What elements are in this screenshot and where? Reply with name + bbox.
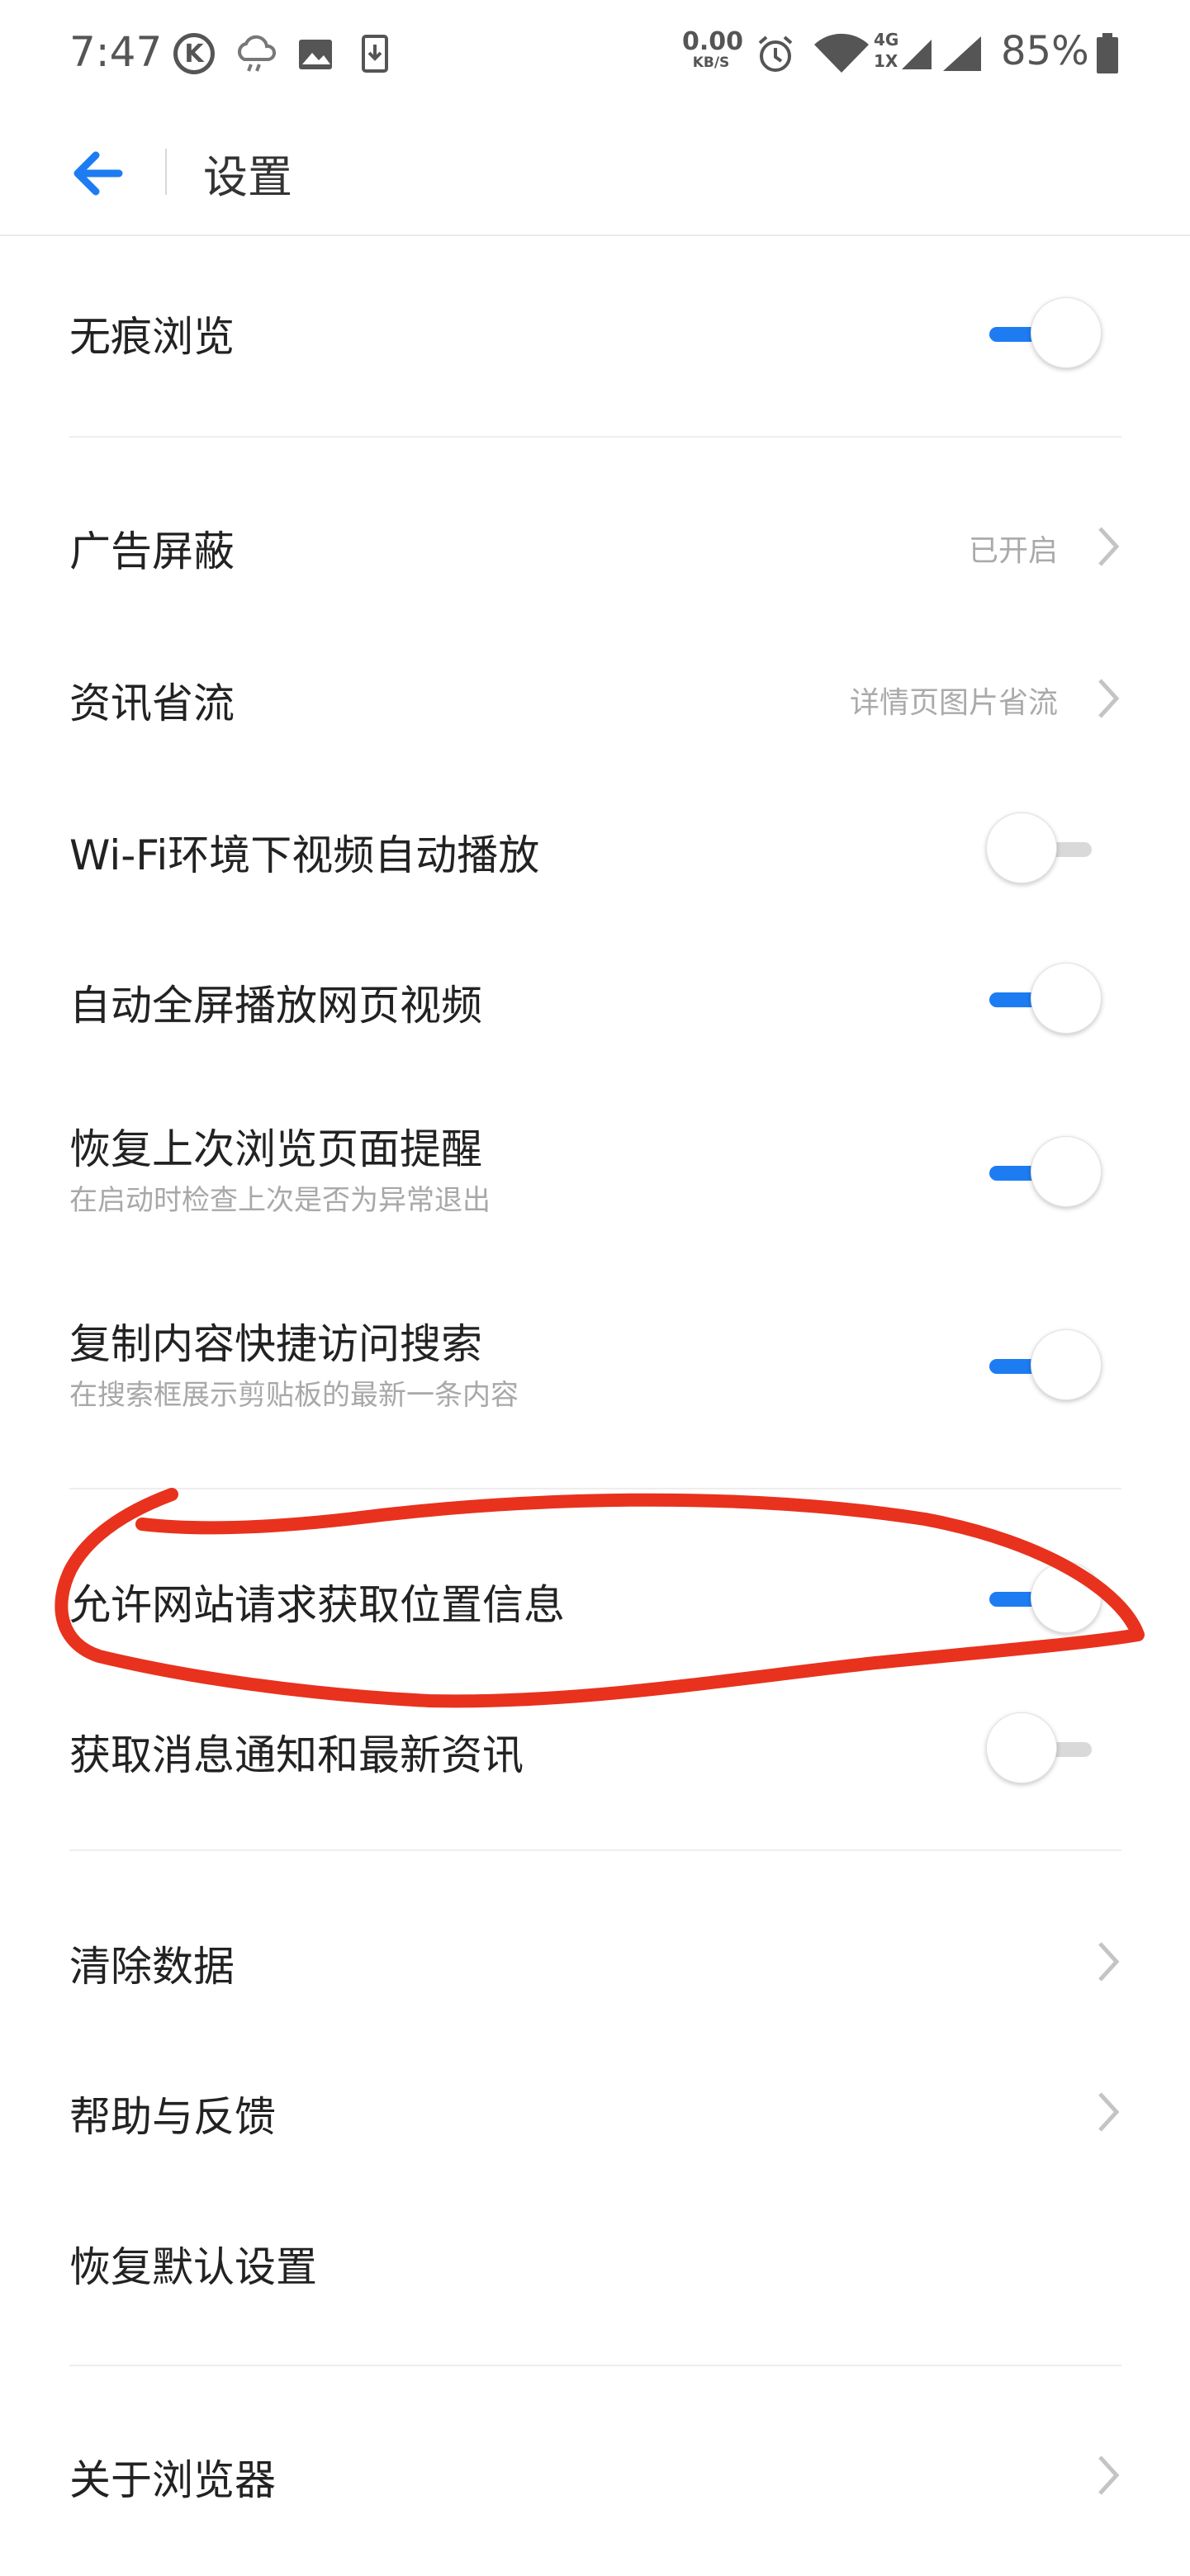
cloud-icon: [237, 35, 277, 72]
ad-block-status: 已开启: [968, 534, 1058, 568]
setting-ad-block[interactable]: 广告屏蔽 已开启: [0, 495, 1190, 594]
section-divider-4: [69, 2365, 1121, 2366]
status-bar: 7:47 K 0.00 KB/S 4G 1X 85%: [0, 0, 1190, 107]
k-app-icon: K: [173, 33, 215, 74]
setting-restore-reminder-desc: 在启动时检查上次是否为异常退出: [69, 1184, 491, 1217]
setting-about[interactable]: 关于浏览器: [0, 2424, 1190, 2523]
battery-percent: 85%: [1001, 28, 1089, 74]
setting-clear-data[interactable]: 清除数据: [0, 1911, 1190, 2010]
status-time: 7:47: [69, 28, 163, 76]
setting-data-saver[interactable]: 资讯省流 详情页图片省流: [0, 647, 1190, 746]
wifi-autoplay-toggle[interactable]: [986, 812, 1102, 887]
battery-icon: [1097, 33, 1118, 73]
header-divider: [165, 149, 167, 195]
setting-notifications-label: 获取消息通知和最新资讯: [69, 1731, 524, 1779]
setting-incognito-label: 无痕浏览: [69, 313, 235, 361]
alarm-icon: [758, 36, 793, 72]
section-divider-1: [69, 436, 1121, 438]
chevron-right-icon: [1098, 679, 1120, 718]
data-saver-status: 详情页图片省流: [849, 686, 1058, 720]
signal-icon-1: [902, 40, 932, 69]
wifi-icon: [814, 33, 869, 73]
chevron-right-icon: [1098, 1942, 1120, 1982]
notifications-toggle[interactable]: [986, 1712, 1102, 1787]
page-title: 设置: [203, 151, 292, 203]
setting-help-feedback-label: 帮助与反馈: [69, 2093, 276, 2141]
setting-data-saver-label: 资讯省流: [69, 680, 235, 727]
chevron-right-icon: [1098, 2455, 1120, 2495]
setting-reset-defaults-label: 恢复默认设置: [69, 2243, 317, 2291]
setting-reset-defaults[interactable]: 恢复默认设置: [0, 2211, 1190, 2310]
setting-auto-fullscreen-label: 自动全屏播放网页视频: [69, 982, 482, 1030]
setting-ad-block-label: 广告屏蔽: [69, 528, 235, 575]
setting-about-label: 关于浏览器: [69, 2456, 276, 2504]
annotation-circle: [55, 1488, 1145, 1708]
net-speed-indicator: 0.00 KB/S: [682, 27, 744, 71]
back-arrow-icon[interactable]: [66, 140, 140, 206]
section-divider-2: [69, 1488, 1121, 1489]
setting-clipboard-search-desc: 在搜索框展示剪贴板的最新一条内容: [69, 1379, 519, 1412]
app-header: 设置: [0, 107, 1190, 236]
setting-clipboard-search[interactable]: 复制内容快捷访问搜索 在搜索框展示剪贴板的最新一条内容: [0, 1301, 1190, 1425]
setting-wifi-autoplay[interactable]: Wi-Fi环境下视频自动播放: [0, 799, 1190, 898]
clipboard-search-toggle[interactable]: [986, 1329, 1102, 1404]
net-speed-unit: KB/S: [692, 54, 730, 71]
download-icon: [362, 35, 388, 73]
setting-help-feedback[interactable]: 帮助与反馈: [0, 2061, 1190, 2160]
setting-incognito[interactable]: 无痕浏览: [0, 281, 1190, 380]
setting-wifi-autoplay-label: Wi-Fi环境下视频自动播放: [69, 831, 540, 879]
incognito-toggle[interactable]: [986, 297, 1102, 372]
setting-restore-reminder[interactable]: 恢复上次浏览页面提醒 在启动时检查上次是否为异常退出: [0, 1106, 1190, 1230]
setting-auto-fullscreen[interactable]: 自动全屏播放网页视频: [0, 949, 1190, 1049]
setting-notifications[interactable]: 获取消息通知和最新资讯: [0, 1699, 1190, 1798]
signal-icon-2: [943, 36, 981, 71]
setting-clipboard-search-label: 复制内容快捷访问搜索: [69, 1320, 482, 1368]
location-permission-toggle[interactable]: [986, 1562, 1102, 1636]
setting-location-permission-label: 允许网站请求获取位置信息: [69, 1581, 565, 1629]
setting-location-permission[interactable]: 允许网站请求获取位置信息: [0, 1549, 1190, 1648]
setting-restore-reminder-label: 恢复上次浏览页面提醒: [69, 1125, 482, 1173]
net-speed-value: 0.00: [682, 27, 744, 56]
chevron-right-icon: [1098, 527, 1120, 566]
restore-reminder-toggle[interactable]: [986, 1136, 1102, 1210]
section-divider-3: [69, 1849, 1121, 1851]
setting-clear-data-label: 清除数据: [69, 1943, 235, 1991]
image-icon: [299, 40, 332, 69]
chevron-right-icon: [1098, 2092, 1120, 2132]
auto-fullscreen-toggle[interactable]: [986, 963, 1102, 1037]
